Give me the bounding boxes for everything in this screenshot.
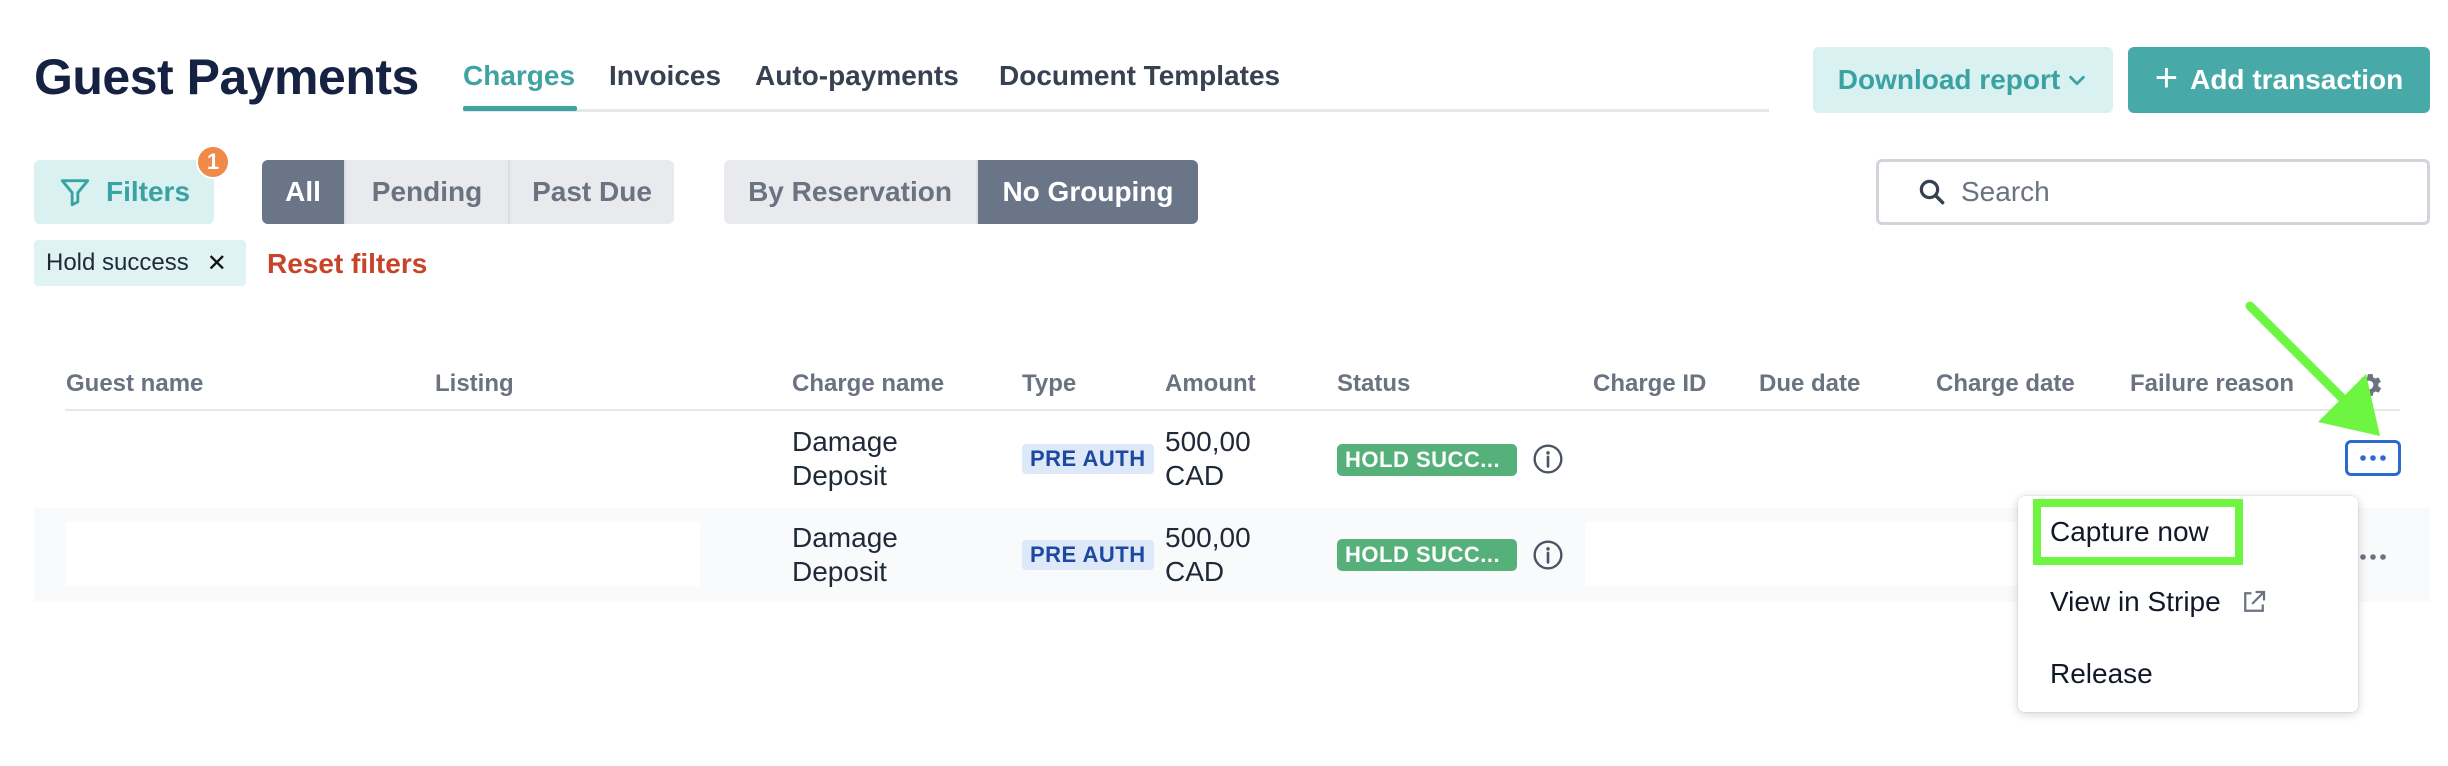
grouping-segmented-control: By Reservation No Grouping <box>724 160 1198 224</box>
segment-all[interactable]: All <box>262 160 346 224</box>
external-link-icon <box>2239 587 2269 617</box>
filters-label: Filters <box>105 176 191 207</box>
table-header-divider <box>65 409 2400 411</box>
column-header-guest-name[interactable]: Guest name <box>66 370 203 398</box>
guest-listing-cell <box>66 522 700 586</box>
status-segmented-control: All Pending Past Due <box>262 160 674 224</box>
column-header-type[interactable]: Type <box>1022 370 1076 398</box>
filters-button[interactable]: Filters <box>34 160 214 224</box>
download-report-label: Download report <box>1837 64 2061 95</box>
download-report-button[interactable]: Download report <box>1813 47 2113 113</box>
chip-label: Hold success <box>46 249 189 276</box>
reset-filters-link[interactable]: Reset filters <box>267 248 427 280</box>
tab-charges[interactable]: Charges <box>463 60 575 92</box>
column-header-status[interactable]: Status <box>1337 370 1410 398</box>
status-badge: HOLD SUCC... <box>1337 444 1517 476</box>
type-badge: PRE AUTH <box>1022 540 1154 570</box>
close-icon[interactable]: ✕ <box>207 249 227 278</box>
column-header-charge-name[interactable]: Charge name <box>792 370 944 398</box>
add-transaction-label: Add transaction <box>2190 64 2404 95</box>
charge-name-cell: Damage Deposit <box>792 426 898 491</box>
capture-now-highlight-box <box>2033 499 2243 565</box>
active-tab-underline <box>463 106 577 111</box>
more-horizontal-icon <box>2358 454 2388 462</box>
active-filter-chip: Hold success ✕ <box>34 240 246 286</box>
tab-invoices[interactable]: Invoices <box>609 60 721 92</box>
search-box <box>1876 159 2430 225</box>
segment-by-reservation[interactable]: By Reservation <box>724 160 978 224</box>
type-badge: PRE AUTH <box>1022 444 1154 474</box>
amount-cell: 500,00 CAD <box>1165 426 1251 491</box>
charge-name-cell: Damage Deposit <box>792 522 898 587</box>
row-actions-button[interactable] <box>2353 545 2393 569</box>
info-icon[interactable] <box>1532 539 1564 571</box>
charge-id-cell <box>1585 522 2035 586</box>
status-badge: HOLD SUCC... <box>1337 539 1517 571</box>
column-header-charge-date[interactable]: Charge date <box>1936 370 2075 398</box>
search-icon <box>1917 177 1947 207</box>
segment-pending[interactable]: Pending <box>346 160 510 224</box>
column-header-listing[interactable]: Listing <box>435 370 514 398</box>
tab-document-templates[interactable]: Document Templates <box>999 60 1280 92</box>
menu-item-release[interactable]: Release <box>2050 658 2153 690</box>
amount-cell: 500,00 CAD <box>1165 522 1251 587</box>
page-title: Guest Payments <box>34 49 419 105</box>
chevron-down-icon <box>2066 69 2088 91</box>
tab-bar: Charges Invoices Auto-payments Document … <box>463 48 1769 112</box>
menu-item-view-in-stripe[interactable]: View in Stripe <box>2050 586 2269 618</box>
filter-funnel-icon <box>58 175 92 209</box>
filter-count-badge: 1 <box>196 145 230 179</box>
column-header-amount[interactable]: Amount <box>1165 370 1256 398</box>
column-header-charge-id[interactable]: Charge ID <box>1593 370 1706 398</box>
tab-auto-payments[interactable]: Auto-payments <box>755 60 959 92</box>
search-input[interactable] <box>1961 176 2401 208</box>
segment-no-grouping[interactable]: No Grouping <box>978 160 1198 224</box>
plus-icon: + <box>2154 56 2179 100</box>
column-header-due-date[interactable]: Due date <box>1759 370 1860 398</box>
arrow-icon <box>2230 290 2400 450</box>
info-icon[interactable] <box>1532 443 1564 475</box>
segment-past-due[interactable]: Past Due <box>510 160 674 224</box>
add-transaction-button[interactable]: + Add transaction <box>2128 47 2430 113</box>
more-horizontal-icon <box>2358 553 2388 561</box>
